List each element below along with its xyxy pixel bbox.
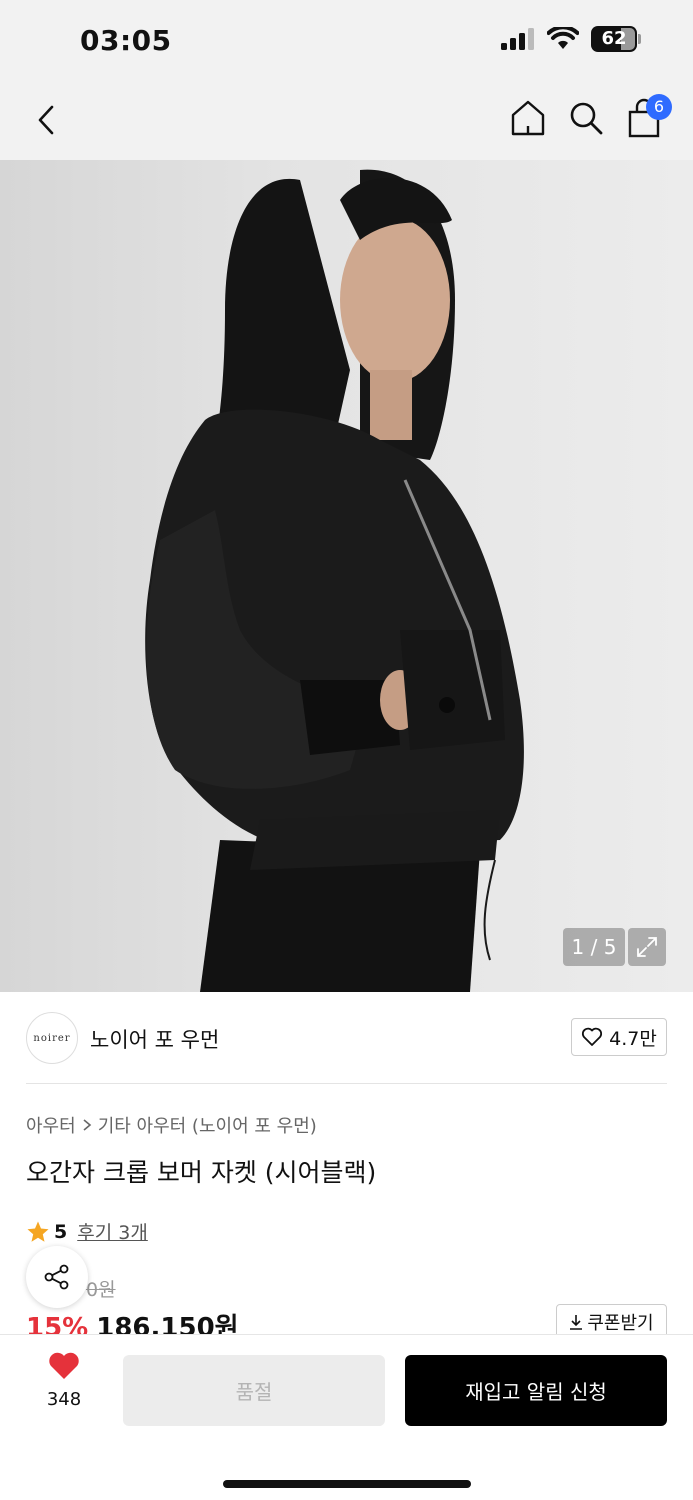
rating-row: 5 후기 3개: [26, 1218, 148, 1245]
soldout-button: 품절: [123, 1355, 385, 1426]
reviews-link[interactable]: 후기 3개: [77, 1218, 148, 1245]
home-button[interactable]: [508, 98, 548, 138]
home-icon: [511, 100, 545, 136]
breadcrumb-item-category[interactable]: 기타 아우터 (노이어 포 우먼): [98, 1112, 317, 1138]
back-button[interactable]: [28, 100, 64, 140]
search-button[interactable]: [566, 98, 606, 138]
wish-button[interactable]: 348: [36, 1351, 92, 1410]
brand-like-count: 4.7만: [609, 1027, 657, 1050]
battery-icon: 62: [591, 26, 641, 52]
search-icon: [570, 102, 603, 135]
cart-button[interactable]: 6: [624, 94, 672, 140]
download-icon: [570, 1315, 583, 1330]
cart-count-badge: 6: [646, 94, 672, 120]
restock-alert-button[interactable]: 재입고 알림 신청: [405, 1355, 667, 1426]
bottom-action-bar: 348 품절 재입고 알림 신청: [0, 1334, 693, 1500]
original-price: 0원: [86, 1279, 116, 1301]
brand-row[interactable]: noirer 노이어 포 우먼 4.7만: [26, 1012, 667, 1064]
rating-score: 5: [54, 1220, 68, 1243]
wish-count: 348: [46, 1389, 82, 1410]
brand-name[interactable]: 노이어 포 우먼: [90, 1024, 219, 1054]
heart-outline-icon: [582, 1027, 603, 1046]
share-icon: [44, 1264, 69, 1290]
signal-icon: [501, 28, 534, 50]
battery-level: 62: [601, 28, 627, 49]
coupon-label: 쿠폰받기: [587, 1313, 654, 1334]
back-icon: [38, 105, 54, 135]
image-counter: 1 / 5: [563, 928, 625, 966]
expand-icon: [637, 937, 657, 957]
breadcrumb-item-outer[interactable]: 아우터: [26, 1112, 76, 1138]
product-photo: [145, 169, 524, 992]
product-title: 오간자 크롭 보머 자켓 (시어블랙): [26, 1158, 377, 1187]
nav-bar: 6: [0, 80, 693, 160]
status-icons: 62: [501, 26, 641, 52]
expand-image-button[interactable]: [628, 928, 666, 966]
status-time: 03:05: [80, 24, 172, 57]
heart-filled-icon: [49, 1352, 79, 1379]
star-icon: [27, 1221, 49, 1242]
chevron-right-icon: [83, 1119, 91, 1131]
divider: [26, 1083, 667, 1084]
brand-like-button[interactable]: 4.7만: [571, 1018, 667, 1056]
brand-logo[interactable]: noirer: [26, 1012, 78, 1064]
home-indicator: [223, 1480, 471, 1488]
breadcrumb: 아우터 기타 아우터 (노이어 포 우먼): [26, 1112, 317, 1138]
status-bar: 03:05 62: [0, 0, 693, 80]
share-button[interactable]: [26, 1246, 88, 1308]
wifi-icon: [547, 27, 579, 49]
product-image[interactable]: [0, 160, 693, 992]
